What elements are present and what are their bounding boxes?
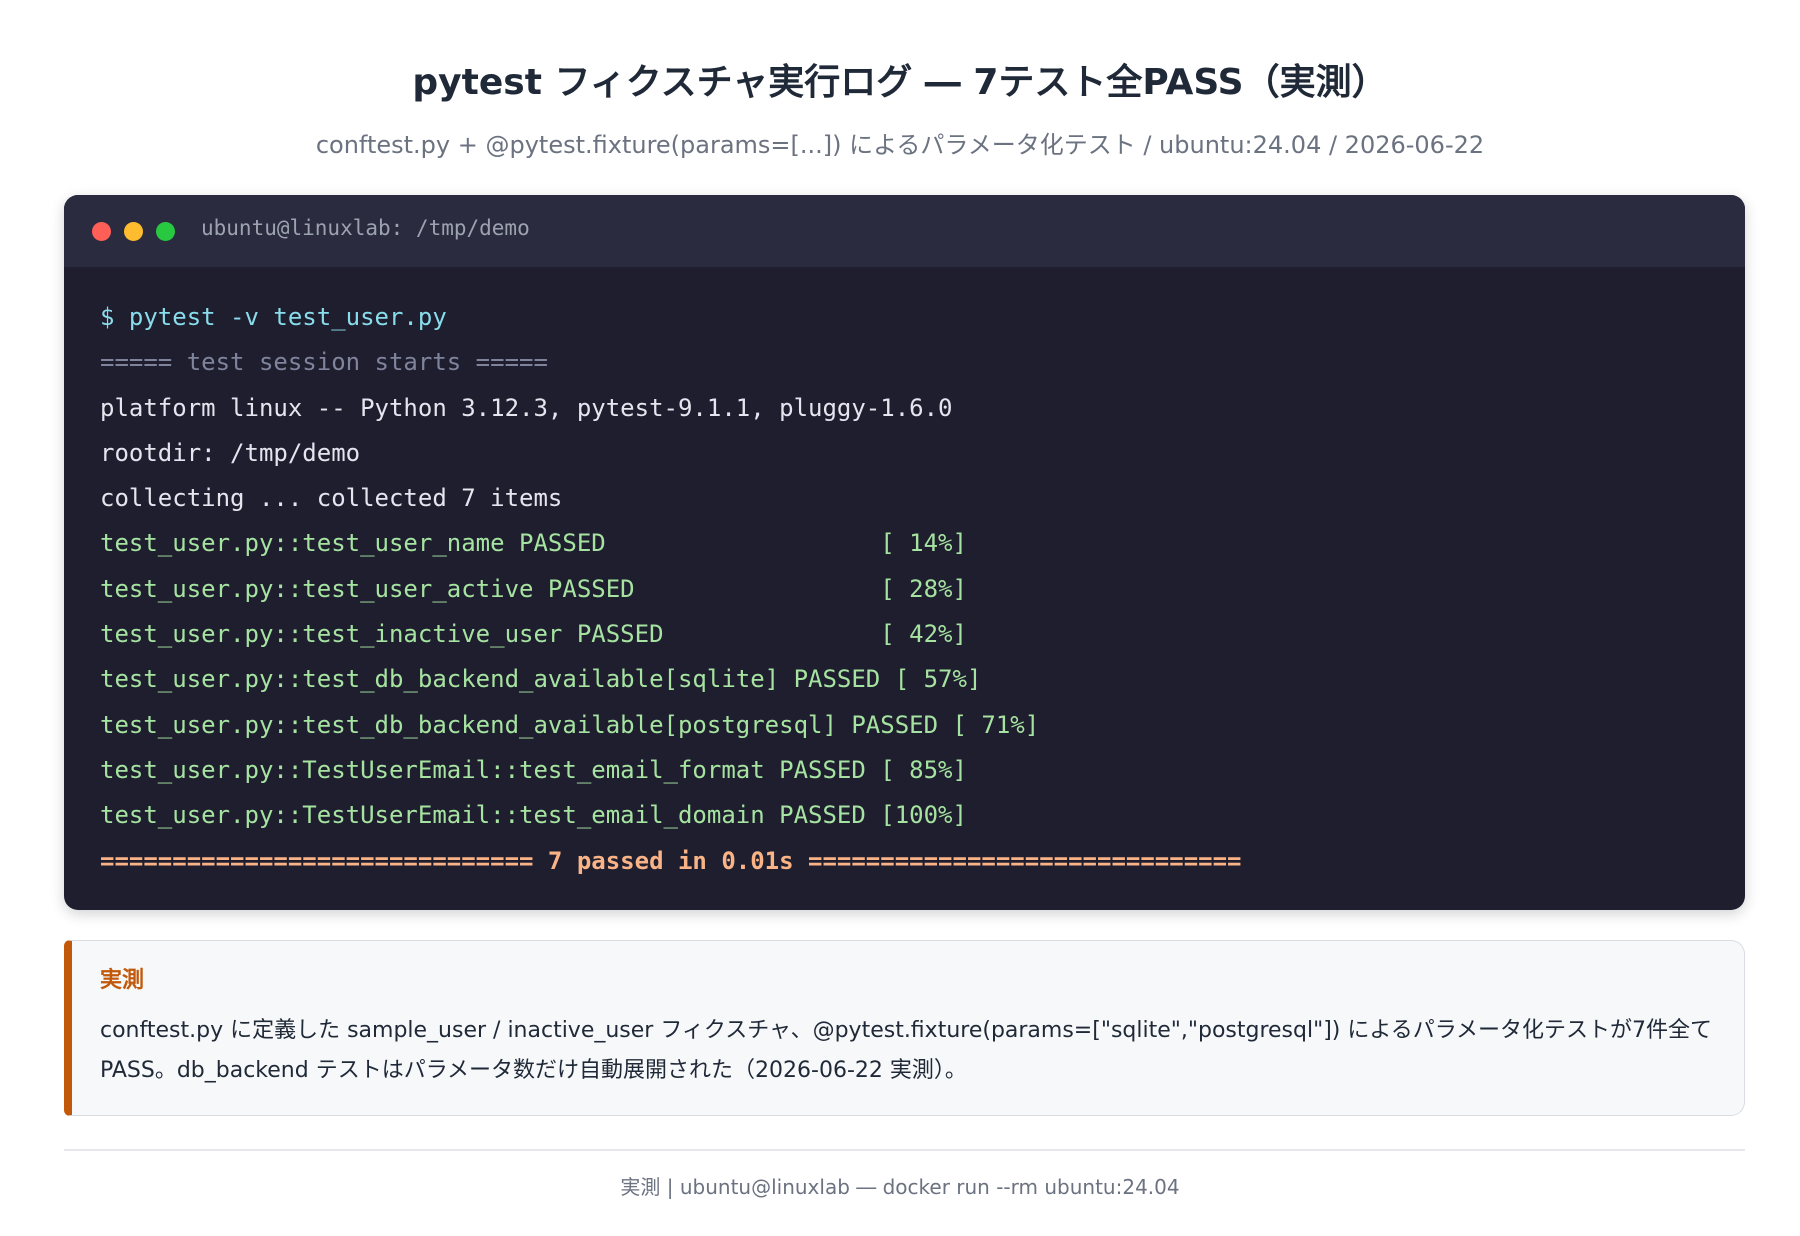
page-header: pytest フィクスチャ実行ログ ― 7テスト全PASS（実測） confte… <box>0 0 1800 162</box>
terminal-output[interactable]: $ pytest -v test_user.py ===== test sess… <box>64 267 1745 884</box>
note-text: conftest.py に定義した sample_user / inactive… <box>100 1018 1713 1083</box>
terminal-line-test-result: test_user.py::test_user_active PASSED [ … <box>100 574 967 603</box>
footer-divider <box>64 1149 1745 1151</box>
terminal-line-test-result: test_user.py::TestUserEmail::test_email_… <box>100 801 967 830</box>
page-title: pytest フィクスチャ実行ログ ― 7テスト全PASS（実測） <box>412 62 1388 103</box>
note-label: 実測 <box>100 968 145 993</box>
terminal-title: ubuntu@linuxlab: /tmp/demo <box>201 216 530 240</box>
terminal-line-test-result: test_user.py::test_inactive_user PASSED … <box>100 620 967 649</box>
terminal-line-summary: ============================== 7 passed … <box>100 846 1242 875</box>
terminal-line-test-result: test_user.py::test_db_backend_available[… <box>100 710 1040 739</box>
terminal-line-command: $ pytest -v test_user.py <box>100 303 447 331</box>
terminal-line-platform: platform linux -- Python 3.12.3, pytest-… <box>100 393 953 422</box>
page-subtitle: conftest.py + @pytest.fixture(params=[..… <box>315 131 1485 159</box>
terminal-line-collecting: collecting ... collected 7 items <box>100 484 563 513</box>
maximize-window-dot[interactable] <box>156 222 175 241</box>
terminal-line-rootdir: rootdir: /tmp/demo <box>100 438 361 467</box>
terminal-line-session-start: ===== test session starts ===== <box>100 348 548 377</box>
page-footer: 実測 | ubuntu@linuxlab ― docker run --rm u… <box>620 1175 1180 1199</box>
terminal-line-test-result: test_user.py::test_user_name PASSED [ 14… <box>100 529 967 558</box>
minimize-window-dot[interactable] <box>124 222 143 241</box>
terminal-line-test-result: test_user.py::TestUserEmail::test_email_… <box>100 755 967 784</box>
terminal-line-test-result: test_user.py::test_db_backend_available[… <box>100 665 982 694</box>
close-window-dot[interactable] <box>92 222 111 241</box>
terminal-titlebar[interactable]: ubuntu@linuxlab: /tmp/demo <box>64 195 1745 267</box>
terminal-window[interactable]: ubuntu@linuxlab: /tmp/demo $ pytest -v t… <box>64 195 1745 910</box>
result-note: 実測 conftest.py に定義した sample_user / inact… <box>64 940 1745 1116</box>
